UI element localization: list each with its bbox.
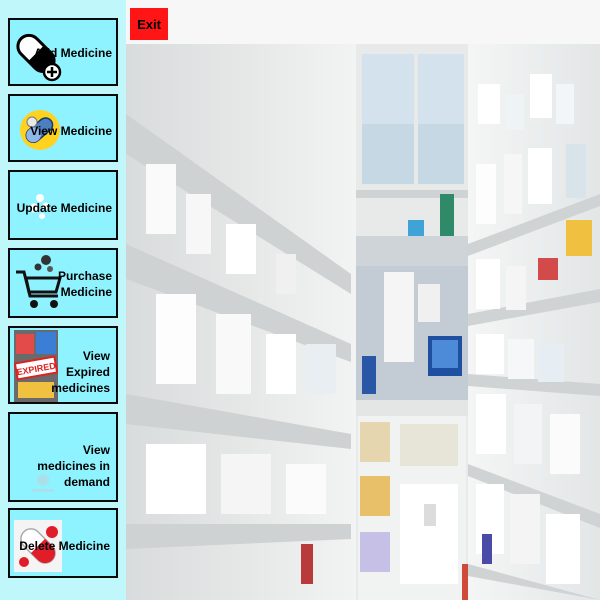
update-medicine-label: Update Medicine bbox=[16, 201, 112, 215]
add-medicine-label: Add Medicine bbox=[33, 46, 112, 60]
view-in-demand-label: View medicines in demand bbox=[37, 443, 110, 490]
top-bar: Exit bbox=[126, 0, 600, 45]
purchase-medicine-button[interactable]: Purchase Medicine bbox=[8, 248, 118, 318]
view-expired-label: View Expired medicines bbox=[51, 349, 110, 396]
update-medicine-button[interactable]: Update Medicine bbox=[8, 170, 118, 240]
view-medicine-label: View Medicine bbox=[30, 124, 112, 138]
pharmacy-background-image bbox=[126, 44, 600, 600]
view-in-demand-button[interactable]: View medicines in demand bbox=[8, 412, 118, 502]
exit-button[interactable]: Exit bbox=[130, 8, 168, 40]
view-expired-button[interactable]: EXPIRED View Expired medicines bbox=[8, 326, 118, 404]
purchase-medicine-label: Purchase Medicine bbox=[57, 269, 112, 300]
sidebar: Add Medicine View Medicine Update Medici… bbox=[0, 0, 127, 600]
delete-medicine-label: Delete Medicine bbox=[19, 539, 110, 553]
view-medicine-button[interactable]: View Medicine bbox=[8, 94, 118, 162]
add-medicine-button[interactable]: Add Medicine bbox=[8, 18, 118, 86]
delete-medicine-button[interactable]: Delete Medicine bbox=[8, 508, 118, 578]
